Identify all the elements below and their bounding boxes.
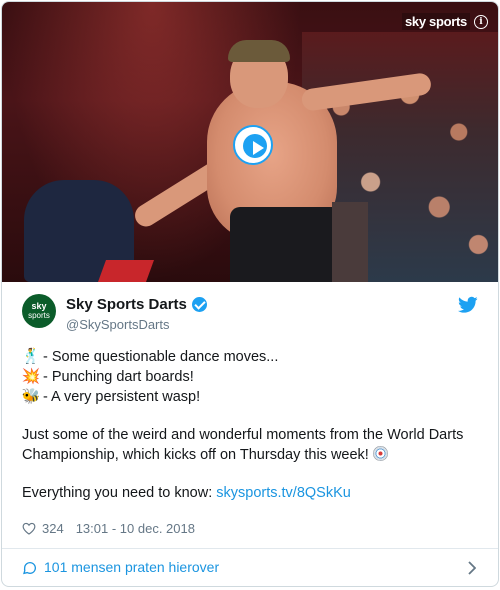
tweet-header: sky sports Sky Sports Darts @SkySportsDa… bbox=[2, 282, 498, 337]
list-item: 🕺 - Some questionable dance moves... bbox=[22, 347, 482, 367]
cta-link[interactable]: skysports.tv/8QSkKu bbox=[216, 485, 351, 501]
avatar-logo-bottom: sports bbox=[28, 310, 50, 321]
tweet-meta: 324 13:01 - 10 dec. 2018 bbox=[22, 521, 195, 536]
play-button[interactable] bbox=[233, 125, 273, 165]
tweet-cta: Everything you need to know: skysports.t… bbox=[22, 483, 482, 503]
tweet-text: 🕺 - Some questionable dance moves... 💥 -… bbox=[22, 347, 482, 503]
user-handle[interactable]: @SkySportsDarts bbox=[66, 317, 170, 332]
list-item-text: - Some questionable dance moves... bbox=[43, 349, 279, 365]
display-name[interactable]: Sky Sports Darts bbox=[66, 296, 187, 313]
broadcaster-watermark: sky sports i bbox=[401, 13, 488, 30]
podium bbox=[332, 202, 368, 282]
conversation-link[interactable]: 101 mensen praten hierover bbox=[2, 549, 498, 586]
avatar[interactable]: sky sports bbox=[22, 294, 56, 328]
like-count[interactable]: 324 bbox=[42, 521, 64, 536]
twitter-bird-icon[interactable] bbox=[458, 296, 478, 314]
verified-badge-icon bbox=[191, 297, 207, 312]
list-item-text: - A very persistent wasp! bbox=[43, 389, 201, 405]
play-icon bbox=[253, 141, 264, 155]
paragraph-text: Just some of the weird and wonderful mom… bbox=[22, 427, 464, 463]
dart-target-icon bbox=[372, 446, 388, 461]
heart-icon[interactable] bbox=[22, 522, 36, 535]
speech-bubble-icon bbox=[23, 562, 36, 575]
list-item: 🐝 - A very persistent wasp! bbox=[22, 387, 482, 407]
info-icon[interactable]: i bbox=[474, 14, 488, 29]
name-row: Sky Sports Darts bbox=[66, 296, 207, 313]
list-item: 💥 - Punching dart boards! bbox=[22, 367, 482, 387]
avatar-logo-top: sky bbox=[31, 300, 47, 311]
video-thumbnail[interactable]: sky sports i bbox=[2, 2, 498, 282]
conversation-label: 101 mensen praten hierover bbox=[44, 559, 220, 575]
watermark-text: sky sports bbox=[401, 13, 470, 30]
timestamp[interactable]: 13:01 - 10 dec. 2018 bbox=[76, 521, 195, 536]
cta-text: Everything you need to know: bbox=[22, 485, 217, 501]
chevron-right-icon bbox=[468, 561, 476, 575]
tweet-paragraph: Just some of the weird and wonderful mom… bbox=[22, 425, 482, 465]
list-item-text: - Punching dart boards! bbox=[43, 369, 194, 385]
bee-emoji-icon: 🐝 bbox=[21, 388, 41, 405]
dancer-hair bbox=[228, 40, 290, 62]
tweet-card: sky sports i sky sports Sky Sports Darts… bbox=[1, 1, 499, 587]
collision-emoji-icon: 💥 bbox=[21, 368, 41, 385]
red-stage-panel bbox=[97, 260, 155, 282]
dancer-emoji-icon: 🕺 bbox=[21, 348, 41, 365]
